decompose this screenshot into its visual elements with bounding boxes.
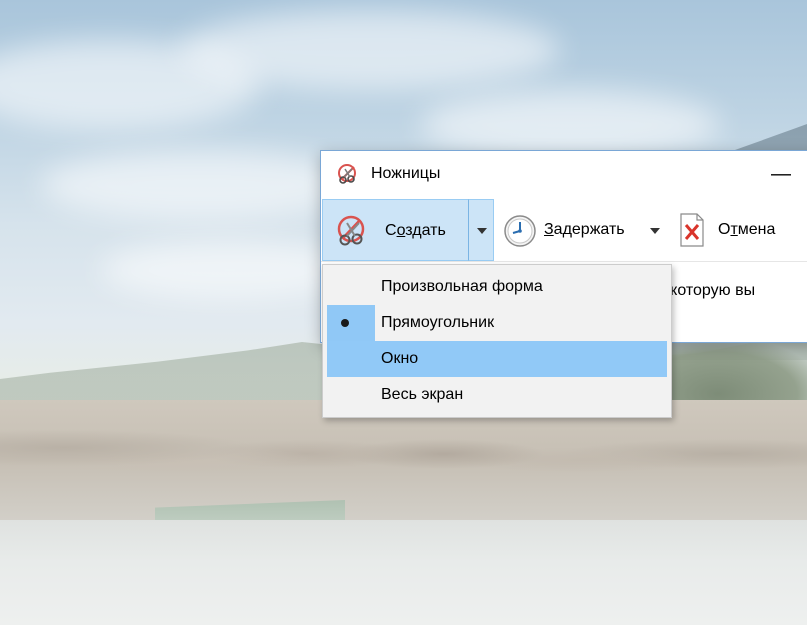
new-snip-button[interactable]: Создать	[322, 199, 469, 261]
delay-label-mnemonic: З	[544, 221, 554, 238]
title-bar[interactable]: Ножницы —	[321, 151, 807, 195]
menu-item-full-screen[interactable]: Весь экран	[327, 377, 667, 413]
new-snip-label-post: здать	[405, 222, 446, 239]
menu-item-label: Весь экран	[381, 386, 464, 403]
cancel-label-pre: О	[718, 221, 731, 238]
menu-item-label: Произвольная форма	[381, 278, 543, 295]
rocks	[0, 400, 807, 520]
minimize-button[interactable]: —	[761, 159, 801, 189]
cancel-icon	[679, 212, 705, 248]
scissors-icon	[336, 163, 358, 185]
cancel-label: Отмена	[718, 221, 775, 239]
menu-item-free-form[interactable]: Произвольная форма	[327, 269, 667, 305]
cancel-label-post: мена	[737, 221, 776, 238]
chevron-down-icon	[650, 228, 660, 234]
scissors-icon	[334, 214, 368, 248]
delay-label: Задержать	[544, 221, 625, 239]
cloud	[180, 10, 560, 90]
cloud	[40, 150, 360, 220]
snip-mode-menu: Произвольная форма Прямоугольник Окно Ве…	[322, 264, 672, 418]
water	[0, 520, 807, 625]
delay-label-post: адержать	[553, 221, 625, 238]
delay-button[interactable]: Задержать	[497, 199, 667, 261]
window-title: Ножницы	[371, 165, 441, 182]
clock-icon	[503, 214, 537, 248]
new-snip-label-pre: С	[385, 222, 397, 239]
cancel-label-mnemonic: т	[730, 221, 738, 238]
new-snip-label: Создать	[385, 222, 446, 240]
menu-item-label: Прямоугольник	[381, 314, 495, 331]
menu-item-label: Окно	[381, 350, 419, 367]
menu-item-window[interactable]: Окно	[327, 341, 667, 377]
menu-check-gutter	[327, 341, 375, 377]
menu-check-gutter	[327, 305, 375, 341]
menu-check-gutter	[327, 269, 375, 305]
cancel-button[interactable]: Отмена	[674, 199, 804, 261]
toolbar: Создать Задержать Отмена	[321, 199, 807, 261]
chevron-down-icon	[477, 228, 487, 234]
radio-bullet-icon	[341, 319, 349, 327]
new-snip-dropdown-button[interactable]	[468, 199, 494, 261]
menu-check-gutter	[327, 377, 375, 413]
new-snip-label-mnemonic: о	[396, 222, 406, 239]
menu-item-rectangle[interactable]: Прямоугольник	[327, 305, 667, 341]
